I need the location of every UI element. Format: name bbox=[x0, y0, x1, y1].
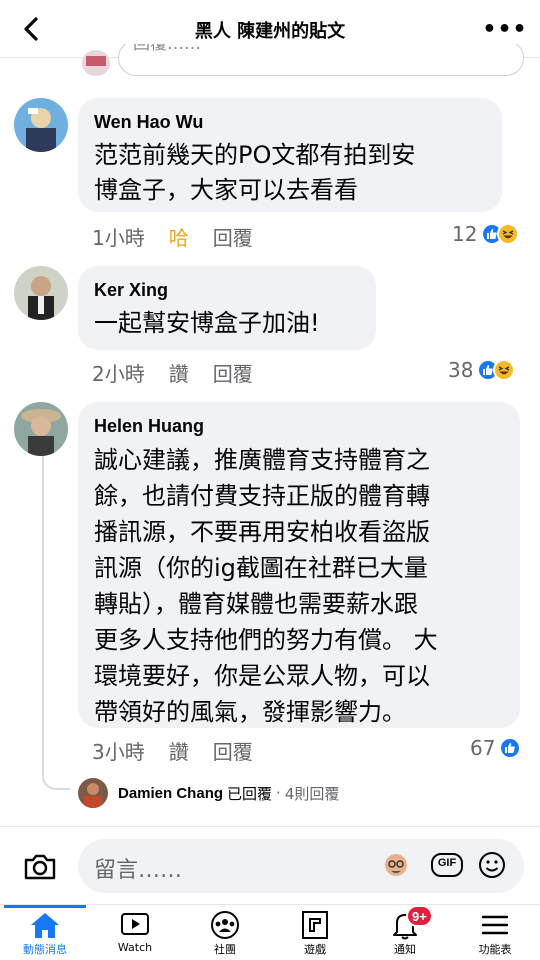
thread-line bbox=[42, 456, 44, 774]
tab-menu[interactable]: 功能表 bbox=[450, 905, 540, 960]
bottom-tab-bar: 動態消息 Watch 社團 遊戲 9+ 通知 功能表 bbox=[0, 904, 540, 960]
comment-text: 一起幫安博盒子加油! bbox=[94, 309, 320, 337]
comment-time: 2小時 bbox=[92, 362, 145, 386]
haha-icon bbox=[493, 359, 516, 381]
comment-actions: 2小時 讚 回覆 bbox=[92, 358, 277, 387]
gif-label: GIF bbox=[437, 857, 457, 869]
tab-label: 通知 bbox=[394, 943, 416, 956]
comment-input[interactable]: 留言…… GIF bbox=[78, 839, 524, 893]
reaction-count: 12 bbox=[452, 222, 478, 246]
reaction-count: 38 bbox=[448, 358, 474, 382]
like-button[interactable]: 讚 bbox=[169, 736, 189, 765]
watch-icon bbox=[118, 911, 152, 939]
comment-time: 3小時 bbox=[92, 740, 145, 764]
comment-time: 1小時 bbox=[92, 226, 145, 250]
menu-icon bbox=[478, 911, 512, 939]
tab-label: 功能表 bbox=[478, 943, 512, 956]
haha-icon bbox=[497, 223, 520, 245]
like-icon bbox=[499, 737, 522, 759]
avatar-sticker-button[interactable] bbox=[380, 849, 412, 881]
avatar[interactable] bbox=[14, 266, 68, 320]
smiley-icon bbox=[479, 852, 505, 878]
tab-groups[interactable]: 社團 bbox=[180, 905, 270, 960]
like-button[interactable]: 讚 bbox=[169, 358, 189, 387]
reply-button[interactable]: 回覆 bbox=[213, 736, 253, 765]
notification-badge: 9+ bbox=[406, 905, 433, 927]
separator: · bbox=[276, 784, 281, 802]
comment-bubble[interactable]: Helen Huang 誠心建議，推廣體育支持體育之 餘，也請付費支持正版的體育… bbox=[78, 402, 520, 728]
camera-icon bbox=[24, 854, 56, 880]
camera-button[interactable] bbox=[20, 847, 60, 887]
chevron-left-icon bbox=[24, 17, 38, 41]
reply-button[interactable]: 回覆 bbox=[213, 358, 253, 387]
back-button-overlay[interactable] bbox=[14, 12, 48, 46]
comment-text: 范范前幾天的PO文都有拍到安 博盒子，大家可以去看看 bbox=[94, 141, 416, 204]
home-icon bbox=[28, 911, 62, 939]
avatar bbox=[82, 50, 110, 76]
bell-icon: 9+ bbox=[388, 905, 433, 940]
comment-actions: 1小時 哈 回覆 bbox=[92, 222, 277, 251]
reaction-summary[interactable]: 38 bbox=[448, 358, 516, 382]
reply-input[interactable]: 回覆…… bbox=[118, 40, 524, 76]
comment-bubble[interactable]: Ker Xing 一起幫安博盒子加油! bbox=[78, 266, 376, 350]
tab-label: 社團 bbox=[214, 943, 236, 956]
comment-actions: 3小時 讚 回覆 bbox=[92, 736, 277, 765]
gif-button[interactable]: GIF bbox=[430, 849, 463, 881]
tab-label: 遊戲 bbox=[304, 943, 326, 956]
haha-reaction-button[interactable]: 哈 bbox=[169, 222, 189, 251]
gaming-icon bbox=[298, 911, 332, 939]
more-options-button-overlay[interactable]: ••• bbox=[482, 12, 526, 46]
comment-author[interactable]: Helen Huang bbox=[94, 414, 504, 438]
comment-bubble[interactable]: Wen Hao Wu 范范前幾天的PO文都有拍到安 博盒子，大家可以去看看 bbox=[78, 98, 502, 212]
reply-action-text: 已回覆 bbox=[227, 784, 273, 803]
comment-author[interactable]: Wen Hao Wu bbox=[94, 110, 486, 134]
view-replies-link[interactable]: Damien Chang 已回覆 · 4則回覆 bbox=[78, 778, 339, 808]
reply-button[interactable]: 回覆 bbox=[213, 222, 253, 251]
avatar[interactable] bbox=[14, 402, 68, 456]
comment-input-placeholder: 留言…… bbox=[94, 858, 183, 883]
tab-gaming[interactable]: 遊戲 bbox=[270, 905, 360, 960]
reply-count: 4則回覆 bbox=[284, 784, 340, 803]
avatar-sticker-icon bbox=[385, 854, 407, 876]
tab-watch[interactable]: Watch bbox=[90, 905, 180, 960]
page-title-overlay: 黑人 陳建州的貼文 bbox=[194, 21, 346, 42]
reaction-summary[interactable]: 12 bbox=[452, 222, 520, 246]
tab-label: 動態消息 bbox=[23, 943, 67, 956]
reply-author: Damien Chang bbox=[118, 784, 224, 802]
reaction-summary[interactable]: 67 bbox=[470, 736, 522, 760]
thread-connector bbox=[42, 758, 70, 790]
avatar[interactable] bbox=[14, 98, 68, 152]
reaction-count: 67 bbox=[470, 736, 496, 760]
groups-icon bbox=[208, 911, 242, 939]
tab-notifications[interactable]: 9+ 通知 bbox=[360, 905, 450, 960]
avatar bbox=[78, 778, 108, 808]
tab-news-feed[interactable]: 動態消息 bbox=[0, 905, 90, 960]
tab-label: Watch bbox=[117, 941, 153, 954]
more-dots-icon: ••• bbox=[482, 16, 528, 42]
comment-author[interactable]: Ker Xing bbox=[94, 278, 360, 302]
comment-composer: 留言…… GIF bbox=[0, 826, 540, 904]
comment-text: 誠心建議，推廣體育支持體育之 餘，也請付費支持正版的體育轉 播訊源，不要再用安柏… bbox=[94, 446, 438, 726]
emoji-button[interactable] bbox=[476, 849, 508, 881]
